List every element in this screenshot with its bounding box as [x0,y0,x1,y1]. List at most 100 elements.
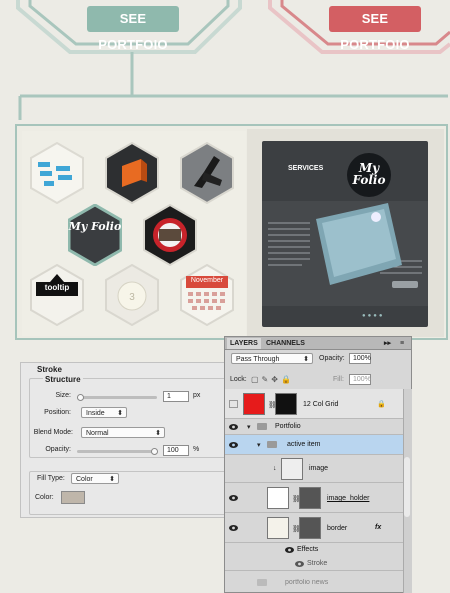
layer-row-effects[interactable]: Effects [225,543,411,557]
eye-icon[interactable] [285,547,294,553]
layer-row-12-col-grid[interactable]: ⛓ 12 Col Grid 🔒 [225,389,411,419]
lock-icons[interactable]: ▢✎✥🔒 [251,375,294,384]
lock-label: Lock: [230,376,247,383]
opacity-slider-thumb[interactable] [151,448,158,455]
size-label: Size: [55,392,71,399]
eye-icon[interactable] [295,561,304,567]
blend-mode-value: Normal [86,430,109,437]
eye-icon[interactable] [229,442,238,448]
layer-row-portfolio[interactable]: ▾ Portfolio [225,419,411,435]
layer-name[interactable]: border [327,525,347,532]
fill-input[interactable]: 100% [349,374,371,385]
layer-opacity-label: Opacity: [319,355,345,362]
clipping-arrow-icon: ↓ [273,465,277,472]
fill-type-select[interactable]: Color ⬍ [71,473,119,484]
size-input[interactable]: 1 [163,391,189,402]
layer-blend-mode-select[interactable]: Pass Through ⬍ [231,353,313,364]
fill-type-value: Color [76,476,93,483]
fill-label: Fill: [333,376,344,383]
slide-pagination[interactable]: ●●●● [362,313,385,319]
fill-type-label: Fill Type: [35,475,67,482]
eye-icon[interactable] [229,495,238,501]
layer-blend-mode-value: Pass Through [236,356,280,363]
layer-thumbnail [243,393,265,415]
layer-name[interactable]: active item [287,441,320,448]
expand-arrow-icon[interactable]: ▾ [257,441,261,449]
eye-icon[interactable] [229,424,238,430]
panel-collapse-icon[interactable]: ▸▸ [381,338,394,349]
layer-name[interactable]: Stroke [307,560,327,567]
opacity-unit: % [193,446,200,453]
svg-text:3: 3 [129,292,135,303]
hex-tooltip[interactable] [30,264,84,326]
layer-mask-thumbnail [299,487,321,509]
layer-thumbnail [281,458,303,480]
position-select[interactable]: Inside ⬍ [81,407,127,418]
position-value: Inside [86,410,105,417]
hex-calendar[interactable] [180,264,234,326]
blend-mode-select[interactable]: Normal ⬍ [81,427,165,438]
layer-name[interactable]: Portfolio [275,423,301,430]
size-slider[interactable] [77,396,157,399]
stroke-panel: Stroke Structure Size: 1 px Position: In… [20,362,232,518]
layer-row-portfolio-news[interactable]: portfolio news [225,571,411,593]
slide-logo-text: My Folio [352,161,386,187]
folder-icon [257,423,267,430]
layer-name[interactable]: image [309,465,328,472]
see-portfolio-red-button[interactable]: SEE PORTFOIO [329,6,421,52]
hex-css3-button[interactable]: 3 [105,264,159,326]
structure-title: Structure [43,375,83,384]
layer-thumbnail [267,487,289,509]
hex-my-folio-text: My Folio [68,220,122,233]
layer-name[interactable]: 12 Col Grid [303,401,338,408]
layers-scrollbar-thumb[interactable] [404,457,410,517]
layer-row-stroke[interactable]: Stroke [225,557,411,571]
layer-name[interactable]: Effects [297,546,318,553]
layer-name[interactable]: portfolio news [285,579,328,586]
folder-icon [257,579,267,586]
see-portfolio-teal-button[interactable]: SEE PORTFOIO [87,6,179,52]
layer-name[interactable]: image_holder [327,495,369,502]
layer-row-image-holder[interactable]: ⛓ image_holder [225,483,411,513]
stroke-title: Stroke [37,365,62,374]
tab-layers[interactable]: LAYERS [227,338,261,349]
layer-row-image[interactable]: ↓ image [225,455,411,483]
layer-opacity-input[interactable]: 100% [349,353,371,364]
hex-flowchart[interactable] [30,142,84,204]
hex-monitor[interactable] [143,204,197,266]
chevron-down-icon: ⬍ [155,430,161,437]
tab-channels[interactable]: CHANNELS [263,338,308,349]
layer-mask-thumbnail [299,517,321,539]
opacity-input[interactable]: 100 [163,445,189,456]
opacity-label: Opacity: [45,446,71,453]
portfolio-slide[interactable]: SERVICES My Folio ●●●● [262,141,428,327]
layer-row-border[interactable]: ⛓ border fx [225,513,411,543]
position-label: Position: [44,409,71,416]
layer-thumbnail [267,517,289,539]
hex-hand-pen[interactable] [180,142,234,204]
size-unit: px [193,392,201,399]
calendar-month-label: November [190,277,224,284]
expand-arrow-icon[interactable]: ▾ [247,423,251,431]
color-label: Color: [35,494,54,501]
slide-services-label: SERVICES [288,165,324,172]
hex-my-folio-logo[interactable] [68,204,122,266]
layers-panel: LAYERS CHANNELS ▸▸ ≡ Pass Through ⬍ Opaci… [224,336,412,593]
chevron-down-icon: ⬍ [117,410,123,417]
size-slider-thumb[interactable] [77,394,84,401]
blend-mode-label: Blend Mode: [33,429,73,436]
slide-logo: My Folio [347,153,391,197]
tooltip-label: tooltip [44,283,70,292]
visibility-off-icon[interactable] [229,400,238,408]
chevron-down-icon: ⬍ [303,356,309,363]
opacity-slider[interactable] [77,450,157,453]
eye-icon[interactable] [229,525,238,531]
folder-icon [267,441,277,448]
layers-tabbar: LAYERS CHANNELS ▸▸ ≡ [225,337,411,350]
fx-icon[interactable]: fx [375,524,381,531]
chevron-down-icon: ⬍ [109,476,115,483]
panel-menu-icon[interactable]: ≡ [397,338,407,349]
hex-orange-box[interactable] [105,142,159,204]
color-swatch[interactable] [61,491,85,504]
layer-row-active-item[interactable]: ▾ active item [225,435,411,455]
